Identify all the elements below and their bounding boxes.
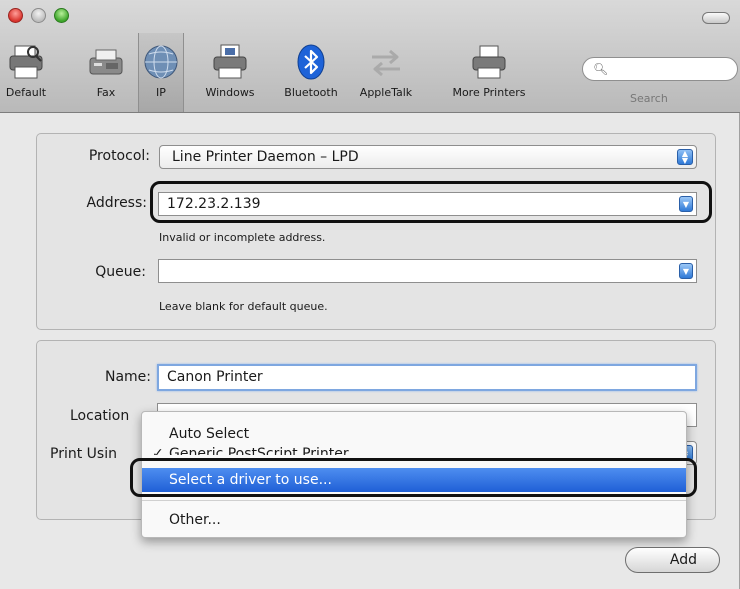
menu-item-generic-postscript[interactable]: ✓ Generic PostScript Printer [142,446,686,455]
toolbar-item-label: IP [156,86,166,99]
toolbar-toggle-button[interactable] [702,12,730,24]
protocol-label: Protocol: [88,148,150,164]
toolbar-item-bluetooth[interactable]: Bluetooth [276,42,346,108]
protocol-value: Line Printer Daemon – LPD [172,149,359,165]
windows-printer-icon [213,44,247,79]
toolbar-item-label: Bluetooth [284,86,338,99]
toolbar-item-label: More Printers [452,86,526,99]
menu-separator [142,500,686,501]
search-label: Search [630,92,668,105]
menu-item-other[interactable]: Other... [142,508,686,532]
address-label: Address: [86,195,147,211]
menu-item-auto-select[interactable]: Auto Select [142,422,686,446]
printer-name-field[interactable]: Canon Printer [157,364,697,391]
toolbar-item-appletalk[interactable]: AppleTalk [350,42,422,108]
queue-hint: Leave blank for default queue. [159,300,328,313]
queue-combo-field[interactable]: ▼ [158,259,697,283]
address-value: 172.23.2.139 [167,196,261,212]
toolbar-item-label: Fax [96,86,116,99]
printer-default-icon [9,45,43,79]
chevron-down-icon[interactable]: ▼ [679,263,693,279]
checkmark-icon: ✓ [152,446,164,455]
print-add-window: Default Fax IP Windows Bluetooth AppleTa… [0,0,740,589]
chevron-down-icon[interactable]: ▼ [679,196,693,212]
toolbar-item-label: Windows [205,86,255,99]
menu-item-label: Generic PostScript Printer [169,446,349,455]
bluetooth-icon [297,44,325,80]
address-hint: Invalid or incomplete address. [159,231,326,244]
name-label: Name: [104,369,151,385]
print-using-menu: Auto Select ✓ Generic PostScript Printer… [141,411,687,538]
appletalk-icon [372,49,400,77]
printer-icon [472,45,506,79]
menu-item-select-driver[interactable]: Select a driver to use... [142,468,686,492]
search-input[interactable]: 🔍︎ [582,57,738,81]
globe-icon [144,45,178,79]
menu-item-label: Select a driver to use... [169,472,332,488]
toolbar-item-default[interactable]: Default [0,42,52,108]
minimize-window-button[interactable] [31,8,46,23]
toolbar-item-windows[interactable]: Windows [195,42,265,108]
menu-item-label: Other... [169,512,221,528]
zoom-window-button[interactable] [54,8,69,23]
printer-name-value: Canon Printer [167,369,263,385]
print-using-label: Print Usin [50,446,117,462]
toolbar-item-ip[interactable]: IP [138,33,184,112]
menu-item-label: Auto Select [169,426,250,442]
fax-icon [89,49,123,75]
add-button[interactable]: Add [625,547,720,573]
popup-stepper-icon: ▲▼ [677,149,693,165]
toolbar-item-label: AppleTalk [359,86,413,99]
address-combo-field[interactable]: 172.23.2.139 ▼ [158,192,697,216]
toolbar-item-more-printers[interactable]: More Printers [437,42,541,108]
toolbar: Default Fax IP Windows Bluetooth AppleTa… [0,0,740,113]
queue-label: Queue: [95,264,146,280]
search-icon: 🔍︎ [593,62,609,76]
close-window-button[interactable] [8,8,23,23]
toolbar-item-label: Default [5,86,47,99]
toolbar-item-fax[interactable]: Fax [86,42,126,108]
location-label: Location [70,408,130,424]
protocol-popup[interactable]: Line Printer Daemon – LPD ▲ ▼ [159,145,697,169]
